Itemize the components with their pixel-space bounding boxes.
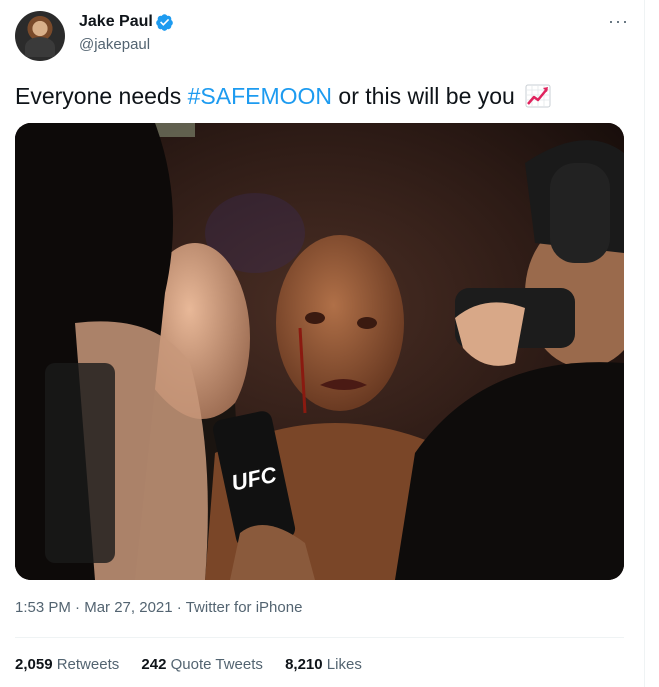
hashtag-link[interactable]: #SAFEMOON	[188, 83, 332, 109]
quote-tweets-label: Quote Tweets	[170, 656, 263, 673]
chart-increasing-icon	[525, 84, 551, 108]
quote-tweets-count: 242	[141, 656, 167, 673]
tweet-text: Everyone needs #SAFEMOON or this will be…	[15, 82, 551, 110]
likes-stat[interactable]: 8,210 Likes	[285, 656, 362, 673]
column-border	[644, 0, 645, 687]
quote-tweets-stat[interactable]: 242 Quote Tweets	[141, 656, 262, 673]
retweets-label: Retweets	[56, 656, 120, 673]
tweet-meta: 1:53 PM · Mar 27, 2021 · Twitter for iPh…	[15, 599, 302, 616]
more-options-icon[interactable]: ···	[608, 11, 629, 32]
tweet-source[interactable]: Twitter for iPhone	[186, 599, 303, 616]
retweets-stat[interactable]: 2,059 Retweets	[15, 656, 119, 673]
likes-label: Likes	[326, 656, 362, 673]
tweet-photo[interactable]: UFC	[15, 123, 624, 580]
author-handle[interactable]: @jakepaul	[79, 36, 150, 53]
tweet-text-before: Everyone needs	[15, 83, 188, 109]
photo-illustration: UFC	[15, 123, 624, 580]
avatar[interactable]	[15, 11, 65, 61]
verified-badge-icon	[156, 14, 173, 31]
meta-separator: ·	[75, 599, 81, 616]
retweets-count: 2,059	[15, 656, 53, 673]
likes-count: 8,210	[285, 656, 323, 673]
tweet-time[interactable]: 1:53 PM	[15, 599, 71, 616]
meta-separator: ·	[176, 599, 182, 616]
tweet-stats: 2,059 Retweets 242 Quote Tweets 8,210 Li…	[15, 656, 380, 673]
tweet-text-after: or this will be you	[332, 83, 515, 109]
author-name[interactable]: Jake Paul	[79, 13, 153, 31]
tweet-date[interactable]: Mar 27, 2021	[84, 599, 172, 616]
divider	[15, 637, 624, 638]
